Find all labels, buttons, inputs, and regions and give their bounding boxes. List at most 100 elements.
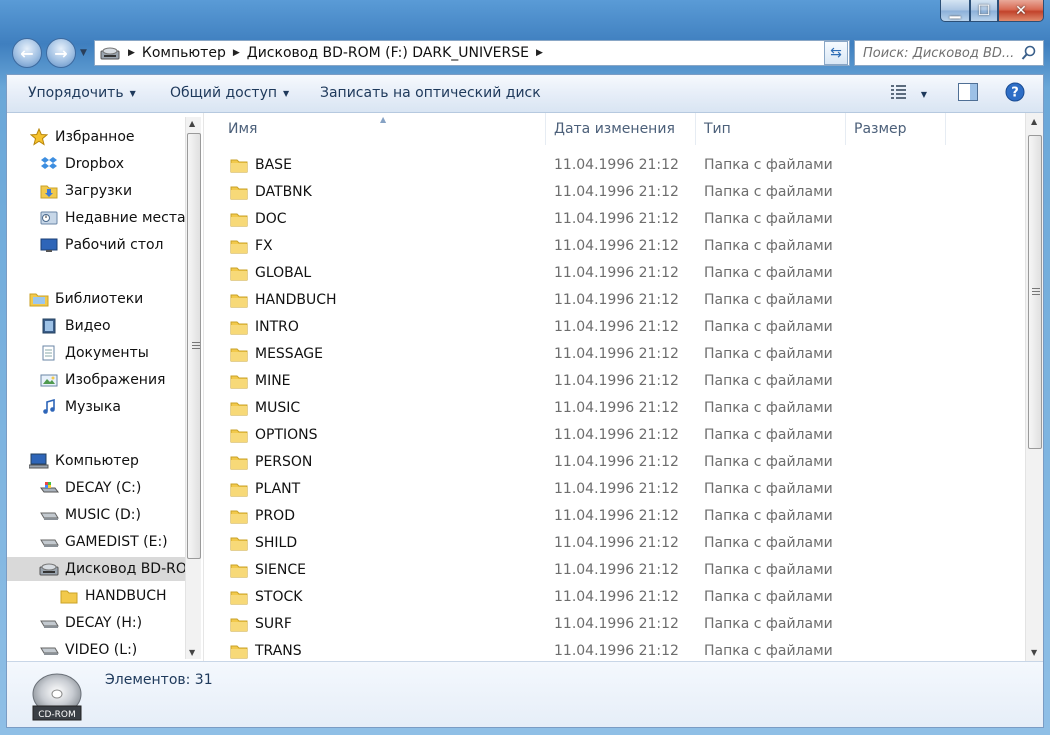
- close-button[interactable]: ✕: [998, 0, 1044, 22]
- dropdown-arrow-icon[interactable]: ▼: [921, 90, 927, 99]
- arrow-left-icon: ←: [20, 43, 34, 63]
- file-row[interactable]: MESSAGE 11.04.1996 21:12 Папка с файлами: [204, 341, 1025, 368]
- maximize-button[interactable]: ☐: [970, 0, 998, 22]
- file-row[interactable]: FX 11.04.1996 21:12 Папка с файлами: [204, 233, 1025, 260]
- file-type: Папка с файлами: [704, 427, 833, 443]
- change-view-button[interactable]: ▼: [887, 82, 931, 106]
- column-header-size[interactable]: Размер: [846, 113, 946, 145]
- client-area: Упорядочить ▼ Общий доступ ▼ Записать на о…: [6, 74, 1044, 728]
- search-icon[interactable]: [1021, 45, 1037, 61]
- nav-label: Изображения: [65, 372, 166, 388]
- minimize-button[interactable]: ▁: [940, 0, 970, 22]
- file-row[interactable]: SIENCE 11.04.1996 21:12 Папка с файлами: [204, 557, 1025, 584]
- breadcrumb-separator-icon[interactable]: ▶: [233, 48, 240, 58]
- documents-library-icon: [39, 344, 59, 362]
- search-input[interactable]: [863, 45, 1021, 61]
- organize-button[interactable]: Упорядочить ▼: [28, 85, 136, 101]
- sidebar-item-documents[interactable]: Документы: [39, 341, 149, 365]
- sort-ascending-icon: ▲: [380, 115, 387, 124]
- sidebar-item-drive-c[interactable]: DECAY (C:): [39, 476, 141, 500]
- sidebar-item-downloads[interactable]: Загрузки: [39, 179, 132, 203]
- nav-group-computer[interactable]: Компьютер: [29, 449, 139, 473]
- pictures-library-icon: [39, 371, 59, 389]
- help-button[interactable]: ?: [1003, 82, 1027, 106]
- file-row[interactable]: STOCK 11.04.1996 21:12 Папка с файлами: [204, 584, 1025, 611]
- scrollbar-thumb[interactable]: [187, 133, 201, 559]
- sidebar-item-drive-f[interactable]: Дисковод BD-ROM (F:) DARK_UNIVERSE: [7, 557, 203, 581]
- file-row[interactable]: GLOBAL 11.04.1996 21:12 Папка с файлами: [204, 260, 1025, 287]
- downloads-folder-icon: [39, 182, 59, 200]
- file-name: TRANS: [255, 643, 302, 659]
- file-row[interactable]: PLANT 11.04.1996 21:12 Папка с файлами: [204, 476, 1025, 503]
- file-type: Папка с файлами: [704, 616, 833, 632]
- sidebar-item-drive-e[interactable]: GAMEDIST (E:): [39, 530, 168, 554]
- breadcrumb-separator-icon[interactable]: ▶: [128, 48, 135, 58]
- sidebar-item-music[interactable]: Музыка: [39, 395, 121, 419]
- folder-icon: [230, 238, 248, 254]
- file-row[interactable]: OPTIONS 11.04.1996 21:12 Папка с файлами: [204, 422, 1025, 449]
- file-row[interactable]: MINE 11.04.1996 21:12 Папка с файлами: [204, 368, 1025, 395]
- caption-buttons: ▁ ☐ ✕: [940, 0, 1044, 26]
- share-button[interactable]: Общий доступ ▼: [170, 85, 289, 101]
- file-list-scrollbar[interactable]: ▲ ▼: [1025, 113, 1043, 661]
- address-bar[interactable]: ▶ Компьютер ▶ Дисковод BD-ROM (F:) DARK_…: [94, 40, 850, 66]
- file-row[interactable]: HANDBUCH 11.04.1996 21:12 Папка с файлами: [204, 287, 1025, 314]
- folder-icon: [230, 400, 248, 416]
- scroll-down-icon[interactable]: ▼: [189, 648, 195, 657]
- nav-label: Библиотеки: [55, 291, 144, 307]
- file-row[interactable]: PERSON 11.04.1996 21:12 Папка с файлами: [204, 449, 1025, 476]
- sidebar-item-drive-l[interactable]: VIDEO (L:): [39, 638, 137, 661]
- file-row[interactable]: MUSIC 11.04.1996 21:12 Папка с файлами: [204, 395, 1025, 422]
- back-button[interactable]: ←: [12, 38, 42, 68]
- nav-label: Недавние места: [65, 210, 186, 226]
- file-row[interactable]: PROD 11.04.1996 21:12 Папка с файлами: [204, 503, 1025, 530]
- breadcrumb-bd-rom-drive[interactable]: Дисковод BD-ROM (F:) DARK_UNIVERSE: [247, 45, 529, 61]
- sidebar-item-handbuch[interactable]: HANDBUCH: [59, 584, 167, 608]
- sidebar-item-video[interactable]: Видео: [39, 314, 111, 338]
- nav-group-favorites[interactable]: Избранное: [29, 125, 135, 149]
- history-dropdown-icon[interactable]: ▼: [80, 48, 87, 58]
- file-date: 11.04.1996 21:12: [554, 265, 679, 281]
- file-row[interactable]: TRANS 11.04.1996 21:12 Папка с файлами: [204, 638, 1025, 661]
- breadcrumb-computer[interactable]: Компьютер: [142, 45, 226, 61]
- hard-drive-icon: [39, 533, 59, 551]
- file-row[interactable]: DOC 11.04.1996 21:12 Папка с файлами: [204, 206, 1025, 233]
- file-name: HANDBUCH: [255, 292, 337, 308]
- command-bar: Упорядочить ▼ Общий доступ ▼ Записать на о…: [7, 75, 1043, 113]
- column-header-label: Тип: [704, 121, 731, 137]
- burn-to-disc-button[interactable]: Записать на оптический диск: [320, 85, 541, 101]
- sidebar-item-drive-d[interactable]: MUSIC (D:): [39, 503, 141, 527]
- file-row[interactable]: BASE 11.04.1996 21:12 Папка с файлами: [204, 152, 1025, 179]
- file-row[interactable]: SHILD 11.04.1996 21:12 Папка с файлами: [204, 530, 1025, 557]
- sidebar-item-drive-h[interactable]: DECAY (H:): [39, 611, 142, 635]
- sidebar-item-recent-places[interactable]: Недавние места: [39, 206, 186, 230]
- nav-group-libraries[interactable]: Библиотеки: [29, 287, 143, 311]
- file-row[interactable]: SURF 11.04.1996 21:12 Папка с файлами: [204, 611, 1025, 638]
- sidebar-item-pictures[interactable]: Изображения: [39, 368, 165, 392]
- folder-icon: [230, 427, 248, 443]
- file-row[interactable]: INTRO 11.04.1996 21:12 Папка с файлами: [204, 314, 1025, 341]
- file-type: Папка с файлами: [704, 589, 833, 605]
- breadcrumb-separator-icon[interactable]: ▶: [536, 48, 543, 58]
- file-name: INTRO: [255, 319, 299, 335]
- scroll-up-icon[interactable]: ▲: [1031, 117, 1037, 126]
- column-header-name[interactable]: Имя: [204, 113, 546, 145]
- file-date: 11.04.1996 21:12: [554, 481, 679, 497]
- file-name: OPTIONS: [255, 427, 318, 443]
- preview-pane-button[interactable]: [955, 82, 981, 106]
- sidebar-item-dropbox[interactable]: Dropbox: [39, 152, 124, 176]
- column-header-type[interactable]: Тип: [696, 113, 846, 145]
- file-type: Папка с файлами: [704, 211, 833, 227]
- refresh-button[interactable]: ⇆: [824, 41, 848, 65]
- navigation-pane-scrollbar[interactable]: ▲ ▼: [185, 117, 201, 659]
- sidebar-item-desktop[interactable]: Рабочий стол: [39, 233, 164, 257]
- scroll-down-icon[interactable]: ▼: [1031, 648, 1037, 657]
- hard-drive-icon: [39, 641, 59, 659]
- forward-button[interactable]: →: [46, 38, 76, 68]
- file-date: 11.04.1996 21:12: [554, 319, 679, 335]
- column-header-date[interactable]: Дата изменения: [546, 113, 696, 145]
- file-row[interactable]: DATBNK 11.04.1996 21:12 Папка с файлами: [204, 179, 1025, 206]
- file-type: Папка с файлами: [704, 157, 833, 173]
- scroll-up-icon[interactable]: ▲: [189, 119, 195, 128]
- scrollbar-thumb[interactable]: [1028, 135, 1042, 449]
